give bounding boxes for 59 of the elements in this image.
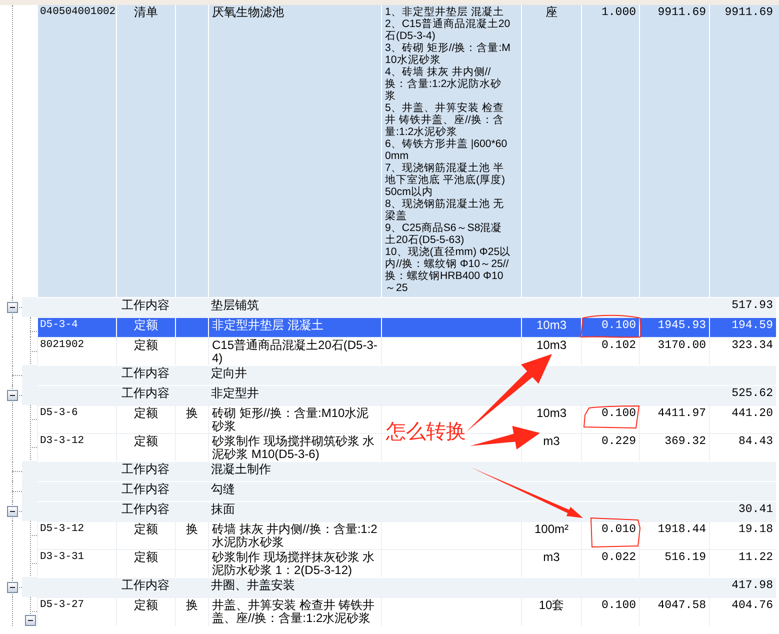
name-cell: 垫层铺筑 — [208, 297, 381, 317]
unit-price-cell: 4411.97 — [639, 405, 709, 434]
description-line: 8、现浇钢筋混凝土池 无梁盖 — [385, 198, 505, 222]
name-cell: 勾缝 — [208, 481, 381, 501]
type-cell: 工作内容 — [116, 385, 175, 405]
name-cell: 定向井 — [208, 365, 381, 385]
name-cell: 砖墙 抹灰 井内侧//换：含量:1:2水泥防水砂浆 — [208, 521, 381, 550]
unit-cell: 10套 — [521, 597, 581, 626]
quantity-cell: 0.010 — [581, 521, 639, 550]
description-line: 1、非定型井垫层 混凝土 — [385, 6, 505, 18]
type-cell: 工作内容 — [116, 501, 175, 521]
description-line: 10、现浇(直径mm) Φ25以内//换：螺纹钢 Φ10～25//换：螺纹钢HRB400 Φ10～25 — [385, 246, 512, 294]
total-cell: 417.98 — [709, 577, 776, 597]
unit-cell: 100m² — [521, 521, 581, 550]
code-cell: D5-3-27 — [37, 597, 116, 626]
description-line: 9、C25商品S6～S8混凝土20石(D5-5-63) — [385, 222, 504, 246]
name-cell: 抹面 — [208, 501, 381, 521]
total-cell: 19.18 — [709, 521, 776, 550]
unit-price-cell: 1945.93 — [639, 317, 709, 337]
code-cell: D5-3-4 — [37, 317, 116, 337]
type-cell: 定额 — [116, 317, 175, 337]
type-cell: 工作内容 — [116, 365, 175, 385]
name-cell: 砖砌 矩形//换：含量:M10水泥砂浆 — [208, 405, 381, 434]
total-cell: 30.41 — [709, 501, 776, 521]
type-cell: 工作内容 — [116, 461, 175, 481]
description-line: 7、现浇钢筋混凝土池 半地下室池底 平池底(厚度) 50cm以内 — [385, 162, 506, 198]
type-cell: 工作内容 — [116, 481, 175, 501]
name-cell: 井圈、井盖安装 — [208, 577, 381, 597]
type-cell: 工作内容 — [116, 297, 175, 317]
name-cell: 非定型井垫层 混凝土 — [208, 317, 381, 337]
total-cell: 441.20 — [709, 405, 776, 434]
unit-price-cell: 4047.58 — [639, 597, 709, 626]
code-cell: D5-3-12 — [37, 521, 116, 550]
code-cell: D5-3-6 — [37, 405, 116, 434]
type-cell: 定额 — [116, 405, 175, 434]
type-cell: 定额 — [116, 597, 175, 626]
unit-price-cell: 1918.44 — [639, 521, 709, 550]
swap-mark: 换 — [175, 597, 208, 626]
name-cell: 非定型井 — [208, 385, 381, 405]
name-cell: 混凝土制作 — [208, 461, 381, 481]
quantity-cell: 0.100 — [581, 405, 639, 434]
description-line: 6、铸铁方形井盖 |600*600mm — [385, 138, 508, 162]
description-line: 4、砖墙 抹灰 井内侧//换：含量:1:2水泥防水砂浆 — [385, 66, 503, 102]
description-line: 3、砖砌 矩形//换：含量:M10水泥砂浆 — [385, 42, 512, 66]
annotation-text: 怎么转换 — [386, 420, 466, 444]
total-cell: 525.62 — [709, 385, 776, 405]
total-cell: 517.93 — [709, 297, 776, 317]
type-cell: 工作内容 — [116, 577, 175, 597]
unit-cell: 10m3 — [521, 317, 581, 337]
quantity-cell: 0.100 — [581, 597, 639, 626]
type-cell: 定额 — [116, 521, 175, 550]
swap-mark: 换 — [175, 405, 208, 434]
quantity-cell: 0.100 — [581, 317, 639, 337]
total-cell: 194.59 — [709, 317, 776, 337]
name-cell: 井盖、井箅安装 检查井 铸铁井盖、座//换：含量:1:2水泥砂浆 — [208, 597, 381, 626]
description-line: 2、C15普通商品混凝土20石(D5-3-4) — [385, 18, 512, 42]
swap-mark: 换 — [175, 521, 208, 550]
description-line: 5、井盖、井箅安装 检查井 铸铁井盖、座//换：含量:1:2水泥砂浆 — [385, 102, 505, 138]
total-cell: 404.76 — [709, 597, 776, 626]
